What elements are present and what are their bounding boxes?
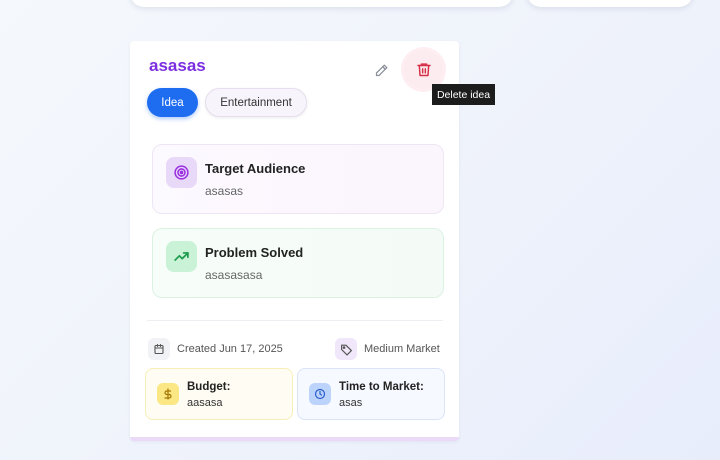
created-date: Created Jun 17, 2025 bbox=[177, 343, 283, 355]
market-size: Medium Market bbox=[364, 343, 440, 355]
pencil-icon bbox=[375, 64, 387, 76]
problem-solved-label: Problem Solved bbox=[205, 245, 304, 260]
time-to-market-section: Time to Market: asas bbox=[297, 368, 445, 420]
target-audience-section: Target Audience asasas bbox=[152, 144, 444, 214]
time-to-market-label: Time to Market: bbox=[339, 381, 424, 393]
trash-icon bbox=[416, 63, 431, 77]
idea-title: asasas bbox=[149, 56, 206, 75]
time-to-market-value: asas bbox=[339, 397, 363, 409]
idea-card: asasas Idea Entertainment Target Audienc… bbox=[130, 41, 459, 441]
problem-solved-section: Problem Solved asasasasa bbox=[152, 228, 444, 298]
edit-button[interactable] bbox=[370, 59, 392, 81]
divider bbox=[147, 320, 443, 321]
trending-up-icon bbox=[166, 241, 197, 272]
budget-section: Budget: aasasa bbox=[145, 368, 293, 420]
problem-solved-value: asasasasa bbox=[205, 268, 263, 282]
target-audience-label: Target Audience bbox=[205, 161, 306, 176]
budget-value: aasasa bbox=[187, 397, 223, 409]
idea-card-above-right bbox=[527, 0, 693, 7]
tag-icon bbox=[335, 338, 357, 360]
tag-idea[interactable]: Idea bbox=[147, 88, 198, 117]
dollar-icon bbox=[157, 383, 179, 405]
clock-icon bbox=[309, 383, 331, 405]
calendar-icon bbox=[148, 338, 170, 360]
target-icon bbox=[166, 157, 197, 188]
idea-card-above-left bbox=[130, 0, 513, 7]
tag-entertainment[interactable]: Entertainment bbox=[205, 88, 307, 117]
target-audience-value: asasas bbox=[205, 184, 244, 198]
budget-label: Budget: bbox=[187, 381, 231, 393]
delete-tooltip: Delete idea bbox=[432, 84, 495, 105]
